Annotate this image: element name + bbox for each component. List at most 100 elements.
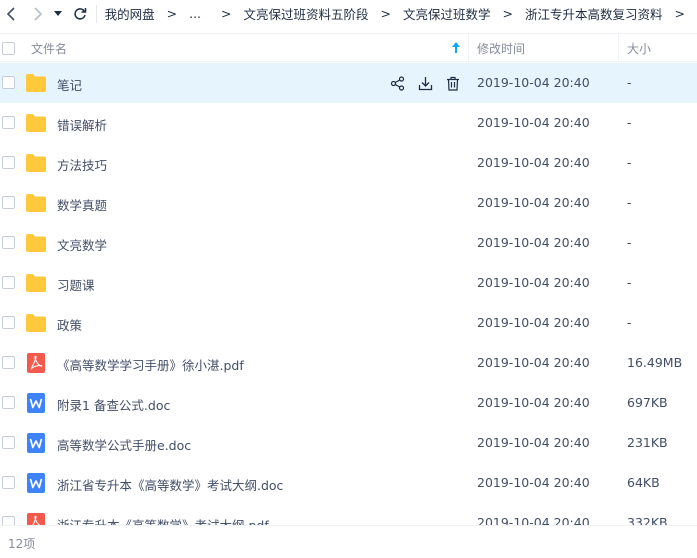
breadcrumb-root[interactable]: 我的网盘 [105,4,155,23]
row-checkbox[interactable] [2,236,15,249]
file-name[interactable]: 习题课 [57,275,95,294]
file-size: - [627,75,632,90]
nav-divider [95,4,97,23]
row-checkbox[interactable] [2,476,15,489]
folder-icon[interactable] [26,234,46,254]
file-size: - [627,195,632,210]
breadcrumb-separator: > [674,6,685,21]
share-icon[interactable] [388,74,406,92]
folder-icon[interactable] [26,114,46,134]
file-mtime: 2019-10-04 20:40 [477,115,590,130]
row-checkbox[interactable] [2,356,15,369]
forward-button[interactable] [27,0,48,27]
file-size: - [627,155,632,170]
column-divider[interactable] [468,34,469,62]
file-size: - [627,115,632,130]
folder-icon[interactable] [26,274,46,294]
file-row[interactable]: 方法技巧 2019-10-04 20:40 - [0,143,697,183]
column-header-mtime[interactable]: 修改时间 [477,40,525,57]
file-name[interactable]: 政策 [57,315,82,334]
file-row[interactable]: 《高等数学学习手册》徐小湛.pdf 2019-10-04 20:40 16.49MB [0,343,697,383]
breadcrumb-item[interactable]: 文亮保过班资料五阶段 [244,4,369,23]
file-size: 64KB [627,475,660,490]
file-name[interactable]: 浙江专升本《高等数学》考试大纲.pdf [57,515,269,525]
history-dropdown-button[interactable] [53,0,64,27]
row-checkbox[interactable] [2,156,15,169]
file-row[interactable]: 浙江省专升本《高等数学》考试大纲.doc 2019-10-04 20:40 64KB [0,463,697,503]
chevron-left-icon [6,6,15,21]
file-name[interactable]: 文亮数学 [57,235,107,254]
back-button[interactable] [0,0,21,27]
file-size: 16.49MB [627,355,683,370]
row-checkbox[interactable] [2,116,15,129]
file-mtime: 2019-10-04 20:40 [477,275,590,290]
file-mtime: 2019-10-04 20:40 [477,435,590,450]
file-name[interactable]: 方法技巧 [57,155,107,174]
column-header-name[interactable]: 文件名 [31,40,67,57]
chevron-right-icon [34,6,43,21]
row-checkbox[interactable] [2,276,15,289]
file-name[interactable]: 笔记 [57,75,82,94]
row-checkbox[interactable] [2,436,15,449]
breadcrumb-item[interactable]: 文亮保过班数学 [403,4,491,23]
doc-file-icon[interactable] [27,473,47,493]
row-checkbox[interactable] [2,316,15,329]
sort-arrow-up-icon[interactable] [452,41,460,56]
select-all-checkbox[interactable] [2,42,15,55]
row-checkbox[interactable] [2,396,15,409]
file-mtime: 2019-10-04 20:40 [477,75,590,90]
row-checkbox[interactable] [2,76,15,89]
download-icon[interactable] [416,74,434,92]
file-row[interactable]: 附录1 备查公式.doc 2019-10-04 20:40 697KB [0,383,697,423]
file-row[interactable]: 文亮数学 2019-10-04 20:40 - [0,223,697,263]
file-row[interactable]: 习题课 2019-10-04 20:40 - [0,263,697,303]
file-mtime: 2019-10-04 20:40 [477,475,590,490]
file-size: 231KB [627,435,668,450]
file-size: - [627,315,632,330]
file-list-header: 文件名 修改时间 大小 [0,33,697,62]
folder-icon[interactable] [26,74,46,94]
navigation-bar: 我的网盘 > ... > 文亮保过班资料五阶段 > 文亮保过班数学 > 浙江专升… [0,0,697,27]
refresh-icon [74,7,86,20]
folder-icon[interactable] [26,154,46,174]
refresh-button[interactable] [72,0,88,27]
file-size: 332KB [627,515,668,525]
file-name[interactable]: 错误解析 [57,115,107,134]
row-actions [388,74,462,92]
file-mtime: 2019-10-04 20:40 [477,355,590,370]
folder-icon[interactable] [26,194,46,214]
pdf-file-icon[interactable] [27,513,47,525]
file-size: - [627,235,632,250]
file-name[interactable]: 附录1 备查公式.doc [57,395,170,414]
breadcrumb-current[interactable]: 浙江专升本高数复习资料 [525,4,663,23]
file-mtime: 2019-10-04 20:40 [477,395,590,410]
file-row[interactable]: 数学真题 2019-10-04 20:40 - [0,183,697,223]
file-row[interactable]: 高等数学公式手册e.doc 2019-10-04 20:40 231KB [0,423,697,463]
breadcrumb-ellipsis[interactable]: ... [189,6,201,21]
file-row[interactable]: 政策 2019-10-04 20:40 - [0,303,697,343]
column-header-size[interactable]: 大小 [627,40,651,57]
file-row[interactable]: 浙江专升本《高等数学》考试大纲.pdf 2019-10-04 20:40 332KB [0,503,697,525]
file-mtime: 2019-10-04 20:40 [477,235,590,250]
file-mtime: 2019-10-04 20:40 [477,195,590,210]
file-name[interactable]: 《高等数学学习手册》徐小湛.pdf [57,355,244,374]
file-name[interactable]: 高等数学公式手册e.doc [57,435,191,454]
status-bar: 12项 [0,525,697,558]
row-checkbox[interactable] [2,516,15,525]
column-divider[interactable] [618,34,619,62]
file-name[interactable]: 数学真题 [57,195,107,214]
pdf-file-icon[interactable] [27,353,47,373]
breadcrumb-separator: > [166,6,178,21]
doc-file-icon[interactable] [27,433,47,453]
delete-icon[interactable] [444,74,462,92]
caret-down-icon [54,10,63,16]
breadcrumb-separator: > [380,6,391,21]
file-mtime: 2019-10-04 20:40 [477,515,590,525]
row-checkbox[interactable] [2,196,15,209]
folder-icon[interactable] [26,314,46,334]
doc-file-icon[interactable] [27,393,47,413]
file-row[interactable]: 笔记 2019-10-04 20:40 - [0,63,697,103]
file-size: - [627,275,632,290]
file-name[interactable]: 浙江省专升本《高等数学》考试大纲.doc [57,475,283,494]
file-row[interactable]: 错误解析 2019-10-04 20:40 - [0,103,697,143]
